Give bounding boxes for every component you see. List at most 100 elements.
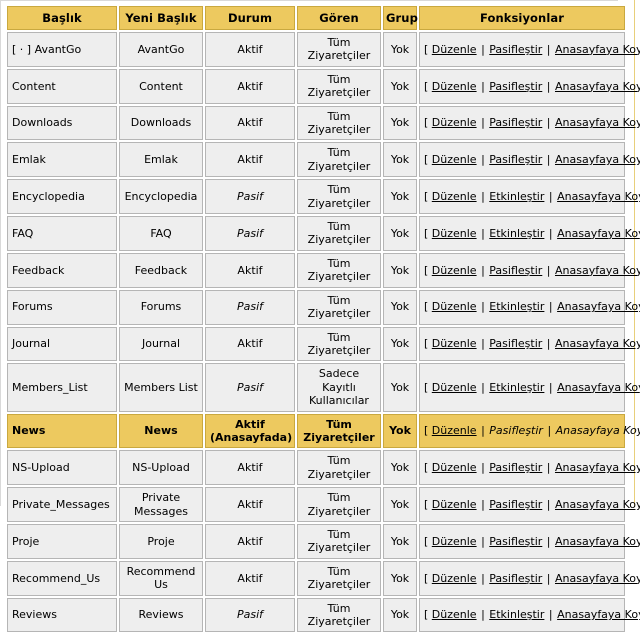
deactivate-link[interactable]: Pasifleştir [489,424,543,437]
activate-link[interactable]: Etkinleştir [489,227,544,240]
table-row: Recommend_Us Recommend Us Aktif Tüm Ziyaret… [7,560,640,596]
function-separator: | [543,153,554,167]
edit-link[interactable]: Düzenle [432,264,477,277]
edit-link[interactable]: Düzenle [432,572,477,585]
deactivate-link[interactable]: Pasifleştir [489,153,542,166]
set-homepage-link[interactable]: Anasayfaya Koy [555,461,640,474]
function-separator: | [543,424,555,438]
edit-link[interactable]: Düzenle [432,498,477,511]
function-bracket-open: [ [424,497,432,511]
deactivate-link[interactable]: Pasifleştir [489,498,542,511]
deactivate-link[interactable]: Pasifleştir [489,337,542,350]
table-row: [ · ] AvantGo AvantGo Aktif Tüm Ziyaretçile… [7,32,640,67]
function-separator: | [477,79,489,93]
activate-link[interactable]: Etkinleştir [489,190,544,203]
edit-link[interactable]: Düzenle [432,43,477,56]
function-separator: | [477,116,489,130]
activate-link[interactable]: Etkinleştir [489,300,544,313]
module-admin-page: Başlık Yeni Başlık Durum Gören Grup Fonksiyon… [0,0,640,633]
cell-viewer: Tüm Ziyaretçiler [297,413,381,449]
cell-functions: [ Düzenle | Etkinleştir | Anasayfaya Koy… [419,597,640,633]
edit-link[interactable]: Düzenle [432,337,477,350]
cell-viewer: Tüm Ziyaretçiler [297,597,381,633]
cell-title: Forums [7,289,117,325]
deactivate-link[interactable]: Pasifleştir [489,43,542,56]
cell-newtitle: Recommend Us [119,560,203,596]
cell-functions: [ Düzenle | Etkinleştir | Anasayfaya Koy… [419,216,640,251]
function-separator: | [477,153,489,167]
cell-title: Private_Messages [7,487,117,522]
modules-table-head: Başlık Yeni Başlık Durum Gören Grup Fonksiyon… [7,6,625,31]
edit-link[interactable]: Düzenle [432,461,477,474]
function-bracket-open: [ [424,116,432,130]
set-homepage-link[interactable]: Anasayfaya Koy [556,424,640,437]
cell-status: Aktif [205,68,295,104]
cell-newtitle: Journal [119,326,203,362]
function-bracket-open: [ [424,380,432,394]
cell-functions: [ Düzenle | Pasifleştir | Anasayfaya Koy… [419,413,640,449]
set-homepage-link[interactable]: Anasayfaya Koy [555,337,640,350]
cell-status: Pasif [205,179,295,215]
deactivate-link[interactable]: Pasifleştir [489,264,542,277]
cell-group: Yok [383,597,417,633]
set-homepage-link[interactable]: Anasayfaya Koy [557,227,640,240]
modules-table-wrap: Başlık Yeni Başlık Durum Gören Grup Fonksiyon… [5,4,640,634]
set-homepage-link[interactable]: Anasayfaya Koy [555,264,640,277]
set-homepage-link[interactable]: Anasayfaya Koy [557,300,640,313]
set-homepage-link[interactable]: Anasayfaya Koy [557,608,640,621]
set-homepage-link[interactable]: Anasayfaya Koy [555,80,640,93]
deactivate-link[interactable]: Pasifleştir [489,461,542,474]
cell-status: Aktif [205,252,295,288]
edit-link[interactable]: Düzenle [432,424,477,437]
edit-link[interactable]: Düzenle [432,153,477,166]
cell-group: Yok [383,142,417,178]
cell-status: Aktif [205,487,295,522]
cell-title: Members_List [7,363,117,412]
cell-viewer: Tüm Ziyaretçiler [297,142,381,178]
deactivate-link[interactable]: Pasifleştir [489,572,542,585]
function-separator: | [477,608,489,622]
function-separator: | [543,497,554,511]
cell-viewer: Tüm Ziyaretçiler [297,68,381,104]
edit-link[interactable]: Düzenle [432,608,477,621]
set-homepage-link[interactable]: Anasayfaya Koy [555,498,640,511]
edit-link[interactable]: Düzenle [432,300,477,313]
edit-link[interactable]: Düzenle [432,190,477,203]
activate-link[interactable]: Etkinleştir [489,381,544,394]
cell-status: Pasif [205,363,295,412]
cell-newtitle: News [119,413,203,449]
cell-functions: [ Düzenle | Etkinleştir | Anasayfaya Koy… [419,289,640,325]
set-homepage-link[interactable]: Anasayfaya Koy [555,153,640,166]
cell-functions: [ Düzenle | Pasifleştir | Anasayfaya Koy… [419,560,640,596]
cell-title: Encyclopedia [7,179,117,215]
set-homepage-link[interactable]: Anasayfaya Koy [555,535,640,548]
set-homepage-link[interactable]: Anasayfaya Koy [557,381,640,394]
set-homepage-link[interactable]: Anasayfaya Koy [557,190,640,203]
cell-functions: [ Düzenle | Pasifleştir | Anasayfaya Koy… [419,142,640,178]
function-separator: | [543,42,554,56]
deactivate-link[interactable]: Pasifleştir [489,80,542,93]
activate-link[interactable]: Etkinleştir [489,608,544,621]
edit-link[interactable]: Düzenle [432,381,477,394]
column-header-newtitle: Yeni Başlık [119,6,203,31]
cell-viewer: Tüm Ziyaretçiler [297,32,381,67]
function-bracket-open: [ [424,226,432,240]
function-bracket-open: [ [424,153,432,167]
function-separator: | [545,189,557,203]
set-homepage-link[interactable]: Anasayfaya Koy [555,43,640,56]
function-separator: | [543,79,554,93]
deactivate-link[interactable]: Pasifleştir [489,116,542,129]
edit-link[interactable]: Düzenle [432,227,477,240]
edit-link[interactable]: Düzenle [432,80,477,93]
function-bracket-open: [ [424,337,432,351]
cell-status: Pasif [205,597,295,633]
edit-link[interactable]: Düzenle [432,535,477,548]
deactivate-link[interactable]: Pasifleştir [489,535,542,548]
set-homepage-link[interactable]: Anasayfaya Koy [555,572,640,585]
set-homepage-link[interactable]: Anasayfaya Koy [555,116,640,129]
cell-viewer: Tüm Ziyaretçiler [297,487,381,522]
column-header-funcs: Fonksiyonlar [419,6,625,31]
function-separator: | [543,571,554,585]
edit-link[interactable]: Düzenle [432,116,477,129]
table-row: Encyclopedia Encyclopedia Pasif Tüm Ziyaret… [7,179,640,215]
